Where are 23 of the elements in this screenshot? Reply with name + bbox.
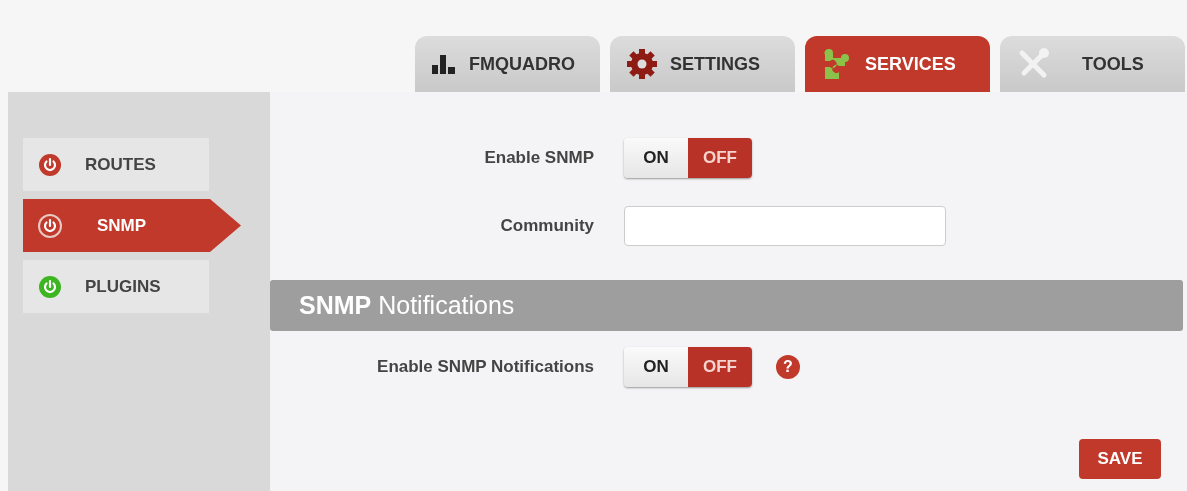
section-header: SNMP Notifications <box>270 280 1183 331</box>
nav-tab[interactable]: FMQUADRO <box>415 36 600 92</box>
power-icon <box>37 212 63 239</box>
field-label: Enable SNMP Notifications <box>376 357 595 377</box>
power-icon <box>37 151 63 178</box>
sidebar-item[interactable]: ROUTES <box>23 138 209 191</box>
save-button[interactable]: SAVE <box>1079 439 1161 479</box>
sidebar-item[interactable]: SNMP <box>23 199 241 252</box>
off-option[interactable]: OFF <box>688 347 752 387</box>
gear-icon <box>626 48 658 80</box>
field-label: Enable SNMP <box>483 148 595 168</box>
on-option[interactable]: ON <box>624 138 688 178</box>
field-label: Community <box>499 216 595 236</box>
bar-chart-icon <box>431 53 457 75</box>
community-field[interactable] <box>624 206 946 246</box>
sidebar-item[interactable]: PLUGINS <box>23 260 209 313</box>
nav-tab[interactable]: SETTINGS <box>610 36 795 92</box>
off-option[interactable]: OFF <box>688 138 752 178</box>
nav-tab[interactable]: SERVICES <box>805 36 990 92</box>
power-icon <box>37 273 63 300</box>
nav-tab[interactable]: TOOLS <box>1000 36 1185 92</box>
help-icon[interactable]: ? <box>776 355 800 379</box>
on-option[interactable]: ON <box>624 347 688 387</box>
